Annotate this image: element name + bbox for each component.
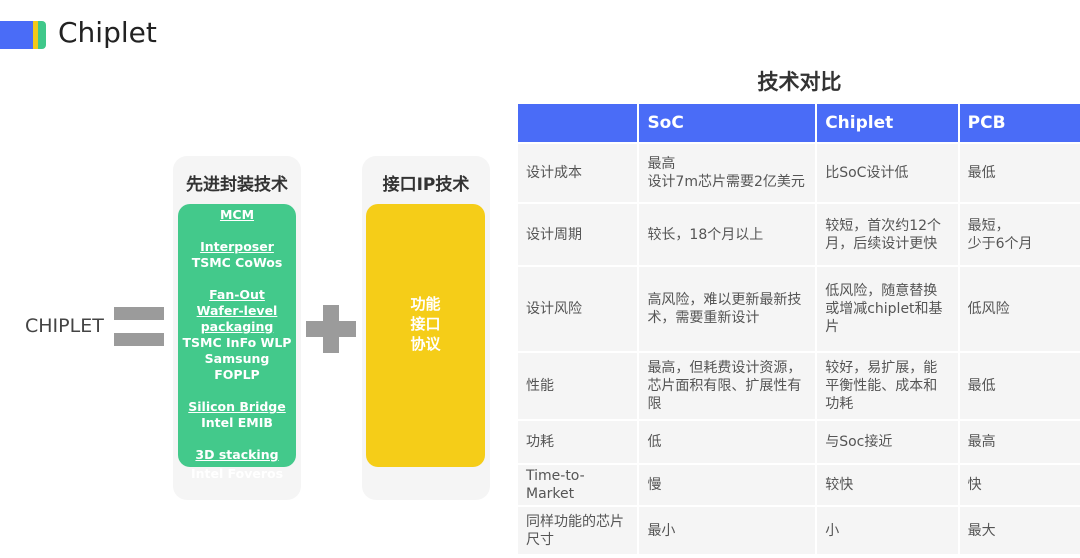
- packaging-item: TSMC InFo WLP: [182, 335, 292, 350]
- table-row: 同样功能的芯片尺寸 最小小最大: [518, 505, 1080, 554]
- packaging-heading: Interposer: [200, 239, 274, 254]
- column-header: SoC: [638, 104, 818, 143]
- packaging-heading: MCM: [219, 207, 255, 222]
- table-cell: 高风险，难以更新最新技术，需要重新设计: [638, 265, 818, 352]
- row-label: 设计成本: [518, 142, 640, 203]
- table-cell: 快: [958, 463, 1080, 506]
- table-cell: 慢: [638, 463, 818, 506]
- row-label: 功耗: [518, 419, 640, 464]
- interface-item: 协议: [410, 335, 441, 353]
- table-cell: 最短， 少于6个月: [958, 202, 1080, 266]
- interface-title: 接口IP技术: [382, 175, 470, 195]
- packaging-heading: Fan-Out: [209, 287, 265, 302]
- table-header-row: SoC Chiplet PCB: [518, 104, 1080, 143]
- table-cell: 低风险: [958, 265, 1080, 352]
- row-label: 设计周期: [518, 202, 640, 266]
- page-title: Chiplet: [58, 16, 157, 49]
- table-cell: 与Soc接近: [816, 419, 960, 464]
- table-cell: 最小: [638, 505, 818, 554]
- table-cell: 最高，但耗费设计资源，芯片面积有限、扩展性有限: [638, 351, 818, 420]
- equals-icon: [114, 307, 164, 347]
- table-cell: 小: [816, 505, 960, 554]
- table-cell: 最低: [958, 351, 1080, 420]
- packaging-heading: 3D stacking: [195, 447, 279, 462]
- table-cell: 最高: [958, 419, 1080, 464]
- row-label: 同样功能的芯片尺寸: [518, 505, 640, 554]
- column-header: Chiplet: [816, 104, 960, 143]
- table-row: 设计成本 最高 设计7m芯片需要2亿美元 比SoC设计低 最低: [518, 142, 1080, 203]
- table-cell: 低风险，随意替换或增减chiplet和基片: [816, 265, 960, 352]
- packaging-item: Intel EMIB: [201, 415, 273, 430]
- table-row: Time-to-Market 慢较快快: [518, 463, 1080, 506]
- interface-item: 接口: [410, 315, 441, 333]
- packaging-heading: packaging: [200, 319, 274, 334]
- column-header: PCB: [958, 104, 1080, 143]
- table-row: 设计风险 高风险，难以更新最新技术，需要重新设计 低风险，随意替换或增减chiple…: [518, 265, 1080, 352]
- comparison-title: 技术对比: [757, 70, 842, 94]
- comparison-table: SoC Chiplet PCB 设计成本 最高 设计7m芯片需要2亿美元 比SoC设…: [518, 104, 1080, 554]
- table-cell: 最高 设计7m芯片需要2亿美元: [638, 142, 818, 203]
- packaging-item: FOPLP: [214, 367, 260, 382]
- packaging-heading: Wafer-level: [196, 303, 278, 318]
- table-cell: 较快: [816, 463, 960, 506]
- table-cell: 比SoC设计低: [816, 142, 960, 203]
- packaging-heading: Silicon Bridge: [188, 399, 286, 414]
- table-cell: 较短，首次约12个月，后续设计更快: [816, 202, 960, 266]
- chiplet-label: CHIPLET: [25, 315, 104, 337]
- column-header: [518, 104, 640, 143]
- table-cell: 低: [638, 419, 818, 464]
- packaging-list: MCM Interposer TSMC CoWos Fan-Out Wafer-…: [178, 204, 296, 467]
- plus-icon: [306, 305, 356, 353]
- table-cell: 较长，18个月以上: [638, 202, 818, 266]
- table-row: 性能 最高，但耗费设计资源，芯片面积有限、扩展性有限 较好，易扩展，能平衡性能、成本…: [518, 351, 1080, 420]
- row-label: 设计风险: [518, 265, 640, 352]
- packaging-item: Samsung: [204, 351, 270, 366]
- interface-box: 功能 接口 协议: [366, 204, 485, 467]
- table-row: 功耗低与Soc接近 最高: [518, 419, 1080, 464]
- table-cell: 较好，易扩展，能平衡性能、成本和功耗: [816, 351, 960, 420]
- table-cell: 最低: [958, 142, 1080, 203]
- interface-item: 功能: [410, 295, 441, 313]
- packaging-item: TSMC CoWos: [191, 255, 283, 270]
- row-label: 性能: [518, 351, 640, 420]
- row-label: Time-to-Market: [518, 463, 640, 506]
- table-cell: 最大: [958, 505, 1080, 554]
- chiplet-logo-icon: [0, 21, 46, 49]
- packaging-title: 先进封装技术: [186, 175, 288, 195]
- packaging-item: Intel Foveros: [190, 466, 284, 481]
- table-row: 设计周期 较长，18个月以上 较短，首次约12个月，后续设计更快 最短， 少于6个月: [518, 202, 1080, 266]
